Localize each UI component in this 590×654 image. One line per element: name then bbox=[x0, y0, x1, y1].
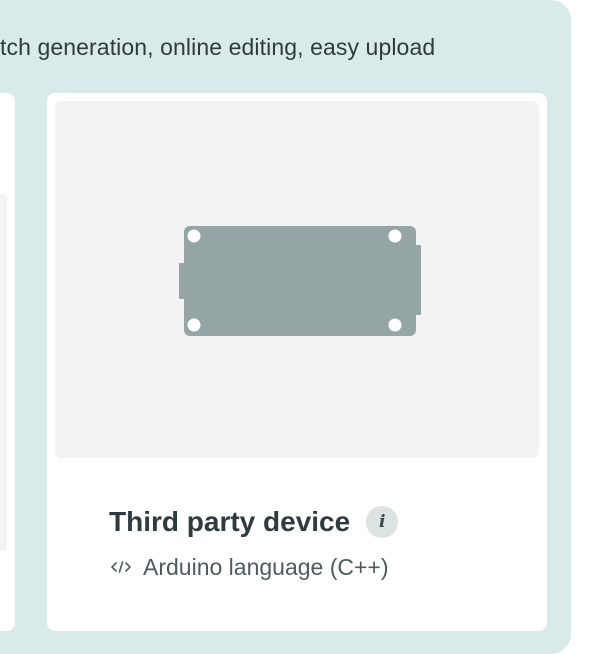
previous-device-card-image bbox=[0, 194, 7, 551]
device-selection-panel: tch generation, online editing, easy upl… bbox=[0, 0, 571, 654]
panel-subtitle: tch generation, online editing, easy upl… bbox=[0, 34, 436, 60]
previous-device-card[interactable] bbox=[0, 93, 15, 631]
circuit-board-icon bbox=[179, 226, 421, 336]
device-card-title-row: Third party device i bbox=[109, 505, 399, 539]
device-card-language-row: Arduino language (C++) bbox=[111, 552, 389, 582]
device-card-language: Arduino language (C++) bbox=[143, 554, 389, 580]
device-card-image bbox=[55, 101, 539, 458]
third-party-device-card[interactable]: Third party device i Arduino language (C… bbox=[47, 93, 547, 631]
device-card-title: Third party device bbox=[109, 506, 351, 537]
code-icon bbox=[111, 560, 131, 574]
info-icon[interactable]: i bbox=[366, 506, 399, 538]
